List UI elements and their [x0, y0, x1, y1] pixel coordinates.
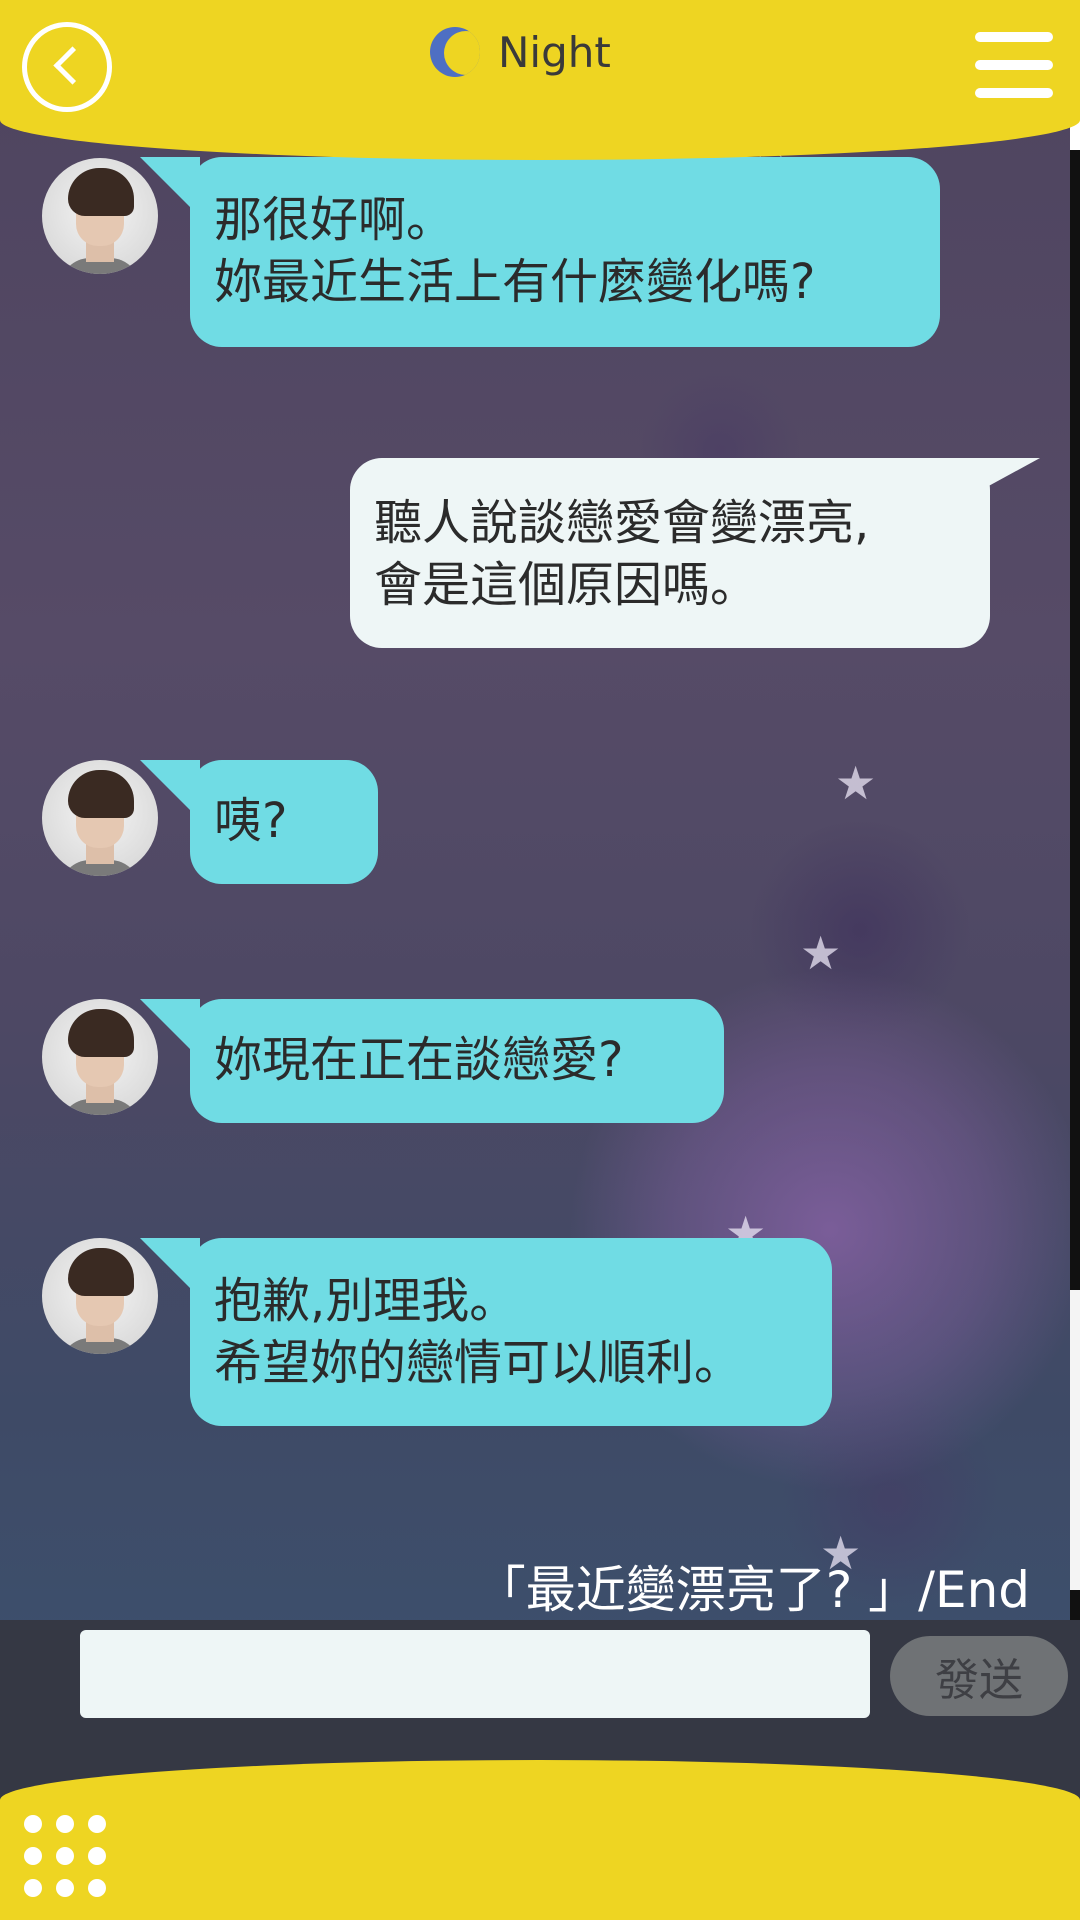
send-button[interactable]: 發送	[890, 1636, 1068, 1716]
message-text: 妳最近生活上有什麼變化嗎?	[214, 254, 816, 310]
grid-menu-icon	[88, 1815, 106, 1833]
message-text: 妳現在正在談戀愛?	[214, 1032, 624, 1088]
grid-menu-icon	[24, 1847, 42, 1865]
page-title: Night	[498, 27, 611, 77]
menu-icon	[975, 60, 1053, 70]
message-text: 會是這個原因嗎。	[374, 557, 759, 613]
grid-menu-icon	[56, 1815, 74, 1833]
message-text: 希望妳的戀情可以順利。	[214, 1335, 743, 1391]
message-text: 那很好啊。	[214, 192, 455, 248]
grid-menu-icon	[88, 1847, 106, 1865]
bottom-bar	[0, 1760, 1080, 1920]
chevron-left-icon	[53, 46, 92, 85]
message-text: 抱歉,別理我。	[214, 1273, 518, 1329]
menu-icon	[975, 32, 1053, 42]
message-bubble: 抱歉,別理我。 希望妳的戀情可以順利。	[190, 1238, 832, 1426]
star-decoration: ★	[800, 926, 842, 980]
message-bubble: 那很好啊。 妳最近生活上有什麼變化嗎?	[190, 157, 940, 347]
star-decoration: ★	[835, 756, 877, 810]
message-text: 聽人說談戀愛會變漂亮,	[374, 495, 870, 551]
menu-icon	[975, 88, 1053, 98]
grid-menu-icon	[56, 1847, 74, 1865]
message-text: 咦?	[214, 793, 288, 849]
chat-title: Night	[430, 22, 611, 82]
scrollbar-thumb[interactable]	[1070, 1290, 1080, 1590]
message-bubble: 妳現在正在談戀愛?	[190, 999, 724, 1123]
moon-icon	[430, 27, 480, 77]
grid-menu-icon	[24, 1879, 42, 1897]
chapter-end-label: 「最近變漂亮了? 」/End	[475, 1561, 1030, 1619]
back-button[interactable]	[22, 22, 112, 112]
message-bubble: 咦?	[190, 760, 378, 884]
grid-menu-icon	[24, 1815, 42, 1833]
menu-button[interactable]	[975, 32, 1053, 100]
grid-menu-icon	[56, 1879, 74, 1897]
message-input[interactable]	[80, 1630, 870, 1718]
grid-menu-icon	[88, 1879, 106, 1897]
top-bar: Night	[0, 0, 1080, 160]
grid-menu-button[interactable]	[24, 1815, 106, 1897]
message-bubble: 聽人說談戀愛會變漂亮, 會是這個原因嗎。	[350, 458, 990, 648]
